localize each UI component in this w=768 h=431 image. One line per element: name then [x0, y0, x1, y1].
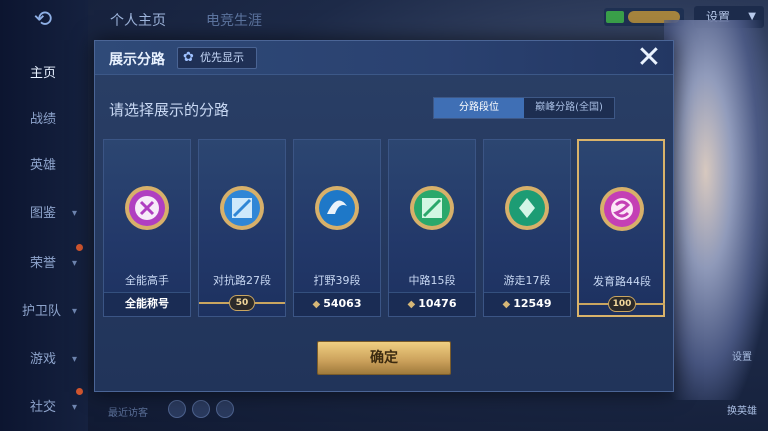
priority-display-label: 优先显示	[200, 51, 244, 64]
sidebar-item-social[interactable]: 社交 ▾	[0, 396, 88, 420]
lane-card-mid[interactable]: 中路15段 ◆ 10476	[388, 139, 476, 317]
chevron-down-icon: ▾	[72, 208, 78, 219]
select-lane-prompt: 请选择展示的分路	[109, 101, 230, 119]
mid-lane-emblem-icon	[410, 186, 454, 230]
lane-card-footer: ◆ 54063	[294, 292, 380, 316]
visitor-avatar[interactable]	[192, 400, 210, 418]
lane-card-label: 游走17段	[503, 274, 551, 287]
lane-card-footer: ◆ 10476	[389, 292, 475, 316]
chevron-down-icon: ▾	[72, 354, 78, 365]
visitor-avatar[interactable]	[168, 400, 186, 418]
lane-card-all-rounder[interactable]: 全能高手 全能称号	[103, 139, 191, 317]
back-icon[interactable]: ⟲	[22, 8, 64, 32]
lane-card-farm-lane[interactable]: 发育路44段 100	[577, 139, 665, 317]
lane-score: 10476	[418, 297, 457, 310]
rank-badge: 50	[199, 292, 285, 316]
sidebar-item-label: 荣誉	[30, 256, 57, 271]
lane-card-roam[interactable]: 游走17段 ◆ 12549	[483, 139, 571, 317]
change-hero-button[interactable]: 换英雄	[722, 402, 762, 417]
lane-card-jungle[interactable]: 打野39段 ◆ 54063	[293, 139, 381, 317]
chevron-down-icon: ▾	[72, 402, 78, 413]
sidebar-item-records[interactable]: 战绩	[0, 108, 88, 132]
lane-mode-tabs: 分路段位 巅峰分路(全国)	[433, 97, 615, 119]
chevron-down-icon: ▾	[72, 306, 78, 317]
sidebar-item-honor[interactable]: 荣誉 ▾	[0, 252, 88, 276]
currency-icon	[606, 11, 624, 23]
chevron-down-icon: ▾	[72, 258, 78, 269]
tab-peak-lane[interactable]: 巅峰分路(全国)	[524, 98, 614, 118]
notification-dot	[76, 388, 83, 395]
jungle-emblem-icon	[315, 186, 359, 230]
diamond-icon: ◆	[312, 299, 321, 310]
sidebar-item-guard-team[interactable]: 护卫队 ▾	[0, 300, 88, 324]
tab-lane-rank[interactable]: 分路段位	[434, 98, 524, 118]
rank-wing-left	[579, 303, 609, 305]
sidebar-item-home[interactable]: 主页	[0, 62, 88, 86]
close-icon[interactable]: ✕	[635, 43, 663, 73]
tab-esports[interactable]: 电竞生涯	[206, 10, 262, 30]
lane-card-footer: ◆ 12549	[484, 292, 570, 316]
rank-wing-left	[199, 302, 229, 304]
sidebar-item-label: 图鉴	[30, 206, 57, 221]
visitor-avatar[interactable]	[216, 400, 234, 418]
all-rounder-emblem-icon	[125, 186, 169, 230]
lane-score: 12549	[513, 297, 552, 310]
modal-header: 展示分路 ✿ 优先显示 ✕	[95, 41, 673, 75]
confirm-button[interactable]: 确定	[317, 341, 451, 375]
notification-dot	[76, 244, 83, 251]
tab-profile[interactable]: 个人主页	[110, 10, 166, 30]
lane-score: 54063	[323, 297, 362, 310]
lane-card-label: 中路15段	[408, 274, 456, 287]
clash-lane-emblem-icon	[220, 186, 264, 230]
lane-card-label: 对抗路27段	[213, 274, 271, 287]
sidebar-item-label: 战绩	[30, 112, 57, 127]
sidebar-item-label: 护卫队	[22, 304, 62, 319]
rank-badge: 100	[579, 293, 665, 317]
lane-card-label: 全能高手	[125, 274, 169, 287]
rank-number: 100	[608, 296, 636, 312]
hero-portrait	[664, 20, 768, 400]
sidebar-item-heroes[interactable]: 英雄	[0, 154, 88, 178]
settings-side-button[interactable]: 设置	[722, 348, 762, 363]
lane-card-footer: 全能称号	[104, 292, 190, 316]
sidebar: ⟲ 主页 战绩 英雄 图鉴 ▾ 荣誉 ▾ 护卫队 ▾ 游戏 ▾ 社交 ▾	[0, 0, 88, 431]
diamond-icon: ◆	[407, 299, 416, 310]
recent-visitors-label: 最近访客	[108, 408, 148, 419]
farm-lane-emblem-icon	[600, 187, 644, 231]
rank-wing-right	[255, 302, 285, 304]
display-lane-modal: 展示分路 ✿ 优先显示 ✕ 请选择展示的分路 分路段位 巅峰分路(全国) 全能高…	[94, 40, 674, 392]
lane-card-label: 打野39段	[313, 274, 361, 287]
sidebar-item-label: 社交	[30, 400, 57, 415]
sidebar-item-label: 主页	[30, 66, 57, 81]
gear-icon: ✿	[183, 50, 194, 65]
sidebar-item-game[interactable]: 游戏 ▾	[0, 348, 88, 372]
rank-number: 50	[229, 295, 255, 311]
sidebar-item-label: 英雄	[30, 158, 57, 173]
rank-wing-right	[635, 303, 665, 305]
lane-card-clash-lane[interactable]: 对抗路27段 50	[198, 139, 286, 317]
sidebar-item-label: 游戏	[30, 352, 57, 367]
diamond-icon: ◆	[502, 299, 511, 310]
priority-display-button[interactable]: ✿ 优先显示	[177, 47, 257, 69]
lane-card-label: 发育路44段	[593, 275, 651, 288]
sidebar-item-codex[interactable]: 图鉴 ▾	[0, 202, 88, 226]
modal-title: 展示分路	[109, 52, 165, 68]
roam-emblem-icon	[505, 186, 549, 230]
